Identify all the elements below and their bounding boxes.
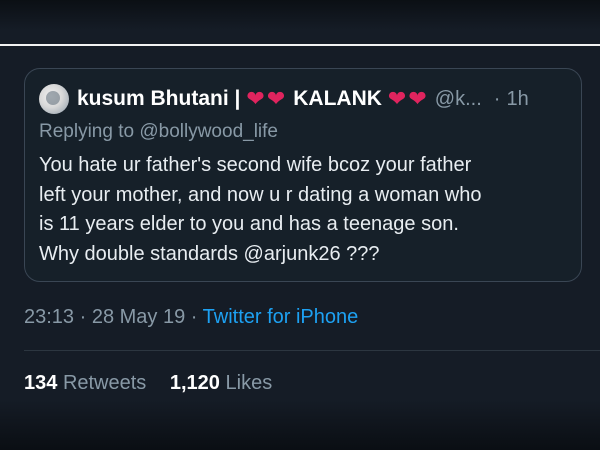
retweets-count: 134 <box>24 372 58 394</box>
author-name-decoration[interactable]: KALANK <box>293 87 382 111</box>
tweet-source-link[interactable]: Twitter for iPhone <box>203 306 359 328</box>
likes-label: Likes <box>225 372 273 394</box>
tweet-meta: 23:13 · 28 May 19 · Twitter for iPhone <box>24 306 358 329</box>
heart-icon: ❤ <box>408 86 427 111</box>
tweet-timestamp[interactable]: 23:13 · 28 May 19 · <box>24 306 197 328</box>
avatar[interactable] <box>39 84 69 114</box>
replying-handle-link[interactable]: @bollywood_life <box>139 121 278 142</box>
tweet-text: You hate ur father's second wife bcoz yo… <box>39 151 569 269</box>
retweets-stat[interactable]: 134 Retweets <box>24 372 164 394</box>
stats-divider <box>24 350 600 351</box>
top-divider <box>0 44 600 46</box>
bottom-shadow <box>0 400 600 450</box>
author-name[interactable]: kusum Bhutani | <box>77 87 240 111</box>
tweet-text-line: left your mother, and now u r dating a w… <box>39 183 482 206</box>
heart-icon: ❤ <box>266 86 286 111</box>
likes-count: 1,120 <box>169 372 220 394</box>
tweet-text-line: is 11 years elder to you and has a teena… <box>39 213 459 235</box>
heart-icon: ❤ <box>387 86 407 111</box>
tweet-text-line: Why double standards @arjunk26 ??? <box>39 242 380 265</box>
tweet-age[interactable]: 1h <box>506 88 528 111</box>
top-shadow <box>0 0 600 30</box>
tweet-text-line: You hate ur father's second wife bcoz yo… <box>39 154 472 176</box>
quoted-tweet-header: kusum Bhutani | ❤ ❤ KALANK ❤ ❤ @k... · 1… <box>39 83 529 115</box>
retweets-label: Retweets <box>62 372 147 394</box>
time-separator: · <box>493 87 501 110</box>
quoted-tweet-card[interactable]: kusum Bhutani | ❤ ❤ KALANK ❤ ❤ @k... · 1… <box>24 68 582 282</box>
author-handle[interactable]: @k... <box>435 88 482 111</box>
likes-stat[interactable]: 1,120 Likes <box>170 372 290 394</box>
heart-icon: ❤ <box>246 86 265 111</box>
tweet-stats: 134 Retweets 1,120 Likes <box>24 372 290 395</box>
replying-prefix: Replying to <box>39 121 135 142</box>
replying-to: Replying to @bollywood_life <box>39 121 278 143</box>
